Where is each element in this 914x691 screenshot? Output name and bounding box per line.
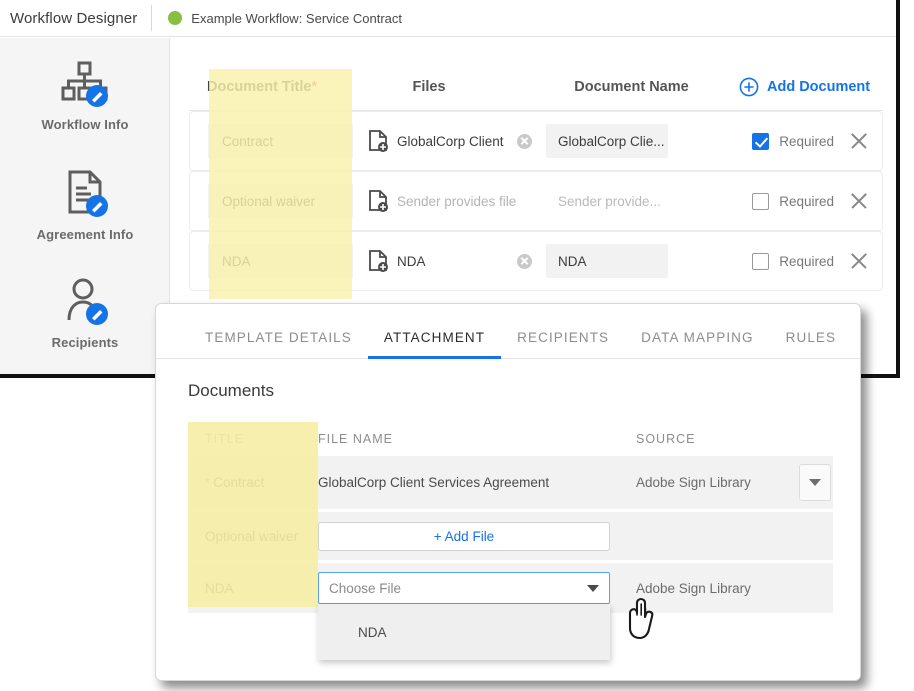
attachment-dialog: TEMPLATE DETAILS ATTACHMENT RECIPIENTS D… (155, 303, 861, 681)
mouse-cursor-hand-icon (624, 596, 666, 644)
attachment-row-source: Adobe Sign Library (636, 580, 751, 596)
chevron-down-icon (809, 479, 821, 486)
attachment-row-title: Optional waiver (205, 528, 299, 544)
chevron-down-icon[interactable] (587, 584, 599, 592)
page-right-margin (908, 0, 914, 691)
attachment-row-title: * Contract (205, 475, 265, 490)
column-header-source: SOURCE (636, 432, 696, 446)
attachment-table-header: TITLE FILE NAME SOURCE (188, 422, 833, 456)
required-asterisk: * (205, 475, 211, 490)
attachment-row-title: NDA (205, 580, 234, 596)
attachment-table: TITLE FILE NAME SOURCE * Contract GlobalC… (188, 422, 833, 660)
column-header-title: TITLE (205, 432, 245, 446)
tab-attachment[interactable]: ATTACHMENT (367, 330, 502, 359)
attachment-row[interactable]: * Contract GlobalCorp Client Services Agr… (188, 456, 833, 509)
choose-file-dropdown-option[interactable]: NDA (318, 604, 610, 660)
attachment-row[interactable]: Optional waiver + Add File (188, 512, 833, 560)
tab-recipients[interactable]: RECIPIENTS (501, 330, 625, 358)
add-file-button[interactable]: + Add File (318, 521, 610, 551)
attachment-row-file-cell: + Add File (318, 521, 636, 551)
choose-file-placeholder: Choose File (329, 580, 402, 596)
attachment-row-source: Adobe Sign Library (636, 475, 751, 490)
attachment-row-file-cell: Choose File NDA (318, 572, 636, 660)
documents-section-title: Documents (188, 381, 274, 400)
dialog-tabs: TEMPLATE DETAILS ATTACHMENT RECIPIENTS D… (156, 304, 860, 359)
source-dropdown-button[interactable] (799, 464, 831, 501)
column-header-file-name: FILE NAME (318, 432, 393, 446)
choose-file-select[interactable]: Choose File (318, 572, 610, 604)
screenshot-root: Workflow Designer Example Workflow: Serv… (0, 0, 914, 691)
tab-template-details[interactable]: TEMPLATE DETAILS (189, 330, 368, 358)
dialog-body: Documents TITLE FILE NAME SOURCE * Contra… (156, 359, 860, 660)
attachment-row-file-name: GlobalCorp Client Services Agreement (318, 475, 550, 490)
choose-file-wrapper: Choose File NDA (318, 572, 610, 660)
attachment-row[interactable]: NDA Choose File NDA Adobe Sign Library (188, 563, 833, 660)
tab-rules[interactable]: RULES (770, 330, 853, 358)
tab-data-mapping[interactable]: DATA MAPPING (625, 330, 769, 358)
